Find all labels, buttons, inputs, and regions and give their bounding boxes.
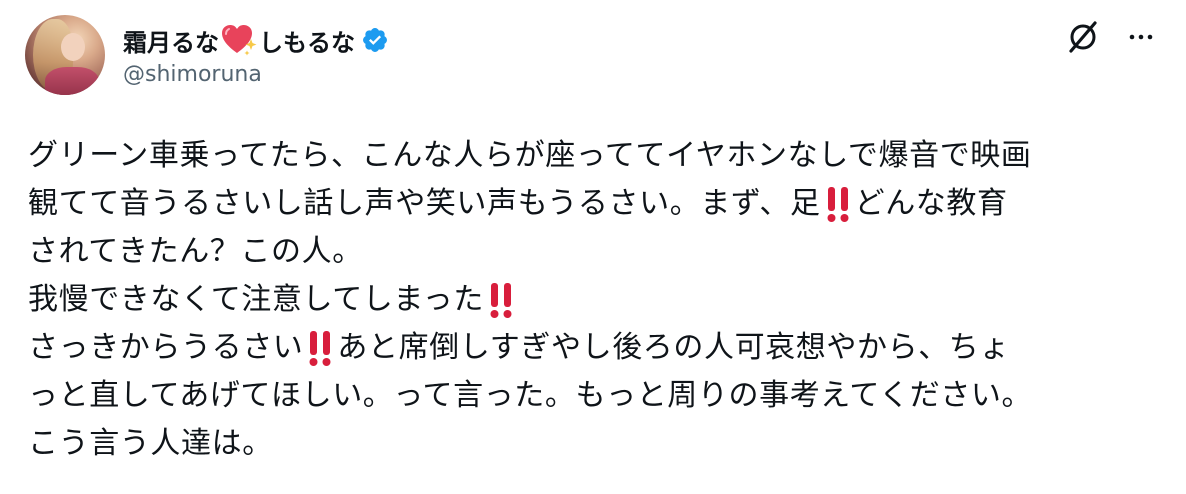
tweet-line-4-text: 我慢できなくて注意してしまった — [28, 282, 484, 317]
author-name[interactable]: 霜月るな しもるな — [123, 22, 389, 58]
avatar-outfit — [45, 67, 99, 95]
tweet-text: グリーン車乗ってたら、こんな人らが座っててイヤホンなしで爆音で映画 観てて音うる… — [28, 132, 1168, 468]
double-exclamation-icon — [309, 331, 331, 366]
avatar[interactable] — [25, 15, 105, 95]
tweet-line-5-text-b: あと席倒しすぎやし後ろの人可哀想やから、ちょ — [337, 330, 1011, 365]
sparkling-heart-icon — [222, 25, 257, 56]
tweet-line-5-text-a: さっきからうるさい — [28, 330, 304, 365]
double-exclamation-icon — [827, 187, 849, 222]
author-name-part1: 霜月るな — [123, 28, 219, 57]
tweet-line-2-text-a: 観てて音うるさいし話し声や笑い声もうるさい。まず、足 — [28, 186, 821, 221]
tweet-line-7-text: こう言う人達は。 — [28, 426, 273, 461]
tweet-line-6: っと直してあげてほしい。って言った。もっと周りの事考えてください。 — [28, 372, 1168, 420]
tweet-line-3-text: されてきたん？この人。 — [28, 234, 363, 269]
tweet-line-1-text: グリーン車乗ってたら、こんな人らが座っててイヤホンなしで爆音で映画 — [28, 138, 1032, 173]
tweet-line-6-text: っと直してあげてほしい。って言った。もっと周りの事考えてください。 — [28, 378, 1033, 413]
tweet-line-1: グリーン車乗ってたら、こんな人らが座っててイヤホンなしで爆音で映画 — [28, 132, 1168, 180]
tweet-line-2: 観てて音うるさいし話し声や笑い声もうるさい。まず、足 どんな教育 — [28, 180, 1168, 228]
grok-icon[interactable] — [1064, 18, 1102, 56]
tweet-line-2-text-b: どんな教育 — [854, 186, 1008, 221]
tweet-line-3: されてきたん？この人。 — [28, 228, 1168, 276]
more-dots-icon[interactable] — [1124, 20, 1158, 54]
author-name-part2: しもるな — [259, 28, 355, 57]
tweet-line-5: さっきからうるさい あと席倒しすぎやし後ろの人可哀想やから、ちょ — [28, 324, 1168, 372]
author-handle[interactable]: @shimoruna — [123, 62, 262, 87]
avatar-face — [61, 33, 85, 61]
tweet-line-7: こう言う人達は。 — [28, 420, 1168, 468]
double-exclamation-icon — [490, 283, 512, 318]
tweet-line-4: 我慢できなくて注意してしまった — [28, 276, 1168, 324]
verified-badge-icon — [363, 28, 387, 52]
